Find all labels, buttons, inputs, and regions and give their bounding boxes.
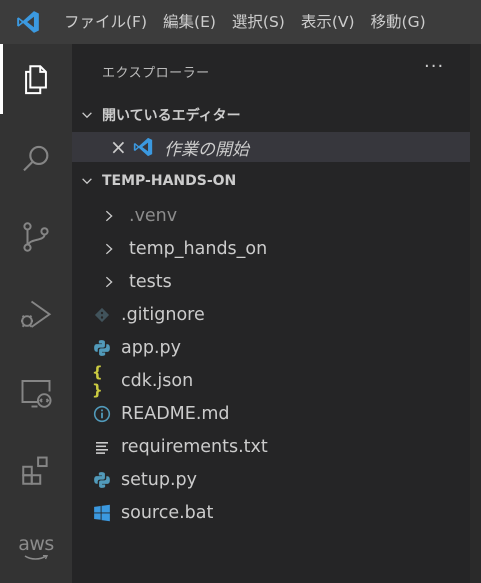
tree-item-label: temp_hands_on: [129, 238, 268, 259]
activity-bar: aws: [0, 44, 72, 583]
tree-item-label: .venv: [129, 205, 178, 226]
source-control-icon[interactable]: [0, 202, 72, 272]
tree-folder-tests[interactable]: tests: [72, 265, 470, 298]
chevron-down-icon: [72, 108, 102, 122]
close-editor-icon[interactable]: ×: [110, 135, 128, 159]
tree-item-label: tests: [129, 271, 172, 292]
menu-go[interactable]: 移動(G): [363, 0, 434, 44]
menu-view[interactable]: 表示(V): [293, 0, 363, 44]
info-file-icon: [92, 405, 112, 423]
aws-label: aws: [18, 532, 54, 555]
tree-file-readme[interactable]: README.md: [72, 397, 470, 430]
open-editor-item[interactable]: × 作業の開始: [72, 132, 470, 162]
tree-file-app-py[interactable]: app.py: [72, 331, 470, 364]
python-file-icon: [92, 339, 112, 357]
vscode-file-icon: [132, 136, 154, 158]
explorer-sidebar: エクスプローラー ··· 開いているエディター × 作業の開始 TEMP-HAN…: [72, 44, 470, 583]
more-actions-icon[interactable]: ···: [424, 56, 444, 77]
sidebar-title: エクスプローラー: [102, 66, 210, 81]
tree-file-gitignore[interactable]: .gitignore: [72, 298, 470, 331]
tree-item-label: README.md: [121, 403, 230, 424]
menu-file[interactable]: ファイル(F): [56, 0, 155, 44]
menu-selection[interactable]: 選択(S): [224, 0, 293, 44]
open-editors-label: 開いているエディター: [102, 108, 241, 124]
tree-file-requirements[interactable]: requirements.txt: [72, 430, 470, 463]
tree-item-label: requirements.txt: [121, 436, 268, 457]
project-folder-label: TEMP-HANDS-ON: [102, 173, 237, 189]
remote-explorer-icon[interactable]: [0, 358, 72, 428]
search-icon[interactable]: [0, 124, 72, 194]
vscode-logo-icon: [0, 0, 56, 44]
open-editor-label: 作業の開始: [164, 139, 249, 160]
chevron-right-icon: [100, 242, 118, 256]
project-folder-header[interactable]: TEMP-HANDS-ON: [72, 166, 470, 196]
tree-item-label: app.py: [121, 337, 181, 358]
tree-item-label: cdk.json: [121, 370, 194, 391]
tree-item-label: source.bat: [121, 502, 214, 523]
tree-file-source-bat[interactable]: source.bat: [72, 496, 470, 529]
chevron-right-icon: [100, 275, 118, 289]
chevron-down-icon: [72, 174, 102, 188]
editor-edge: [470, 44, 481, 583]
aws-toolkit-icon[interactable]: aws: [0, 512, 72, 582]
text-file-icon: [92, 439, 112, 455]
extensions-icon[interactable]: [0, 436, 72, 506]
windows-file-icon: [92, 504, 112, 522]
tree-file-setup-py[interactable]: setup.py: [72, 463, 470, 496]
python-file-icon: [92, 471, 112, 489]
explorer-icon[interactable]: [0, 44, 72, 114]
chevron-right-icon: [100, 209, 118, 223]
aws-smile-icon: [24, 554, 49, 560]
run-debug-icon[interactable]: [0, 280, 72, 350]
tree-folder-venv[interactable]: .venv: [72, 199, 470, 232]
tree-item-label: setup.py: [121, 469, 197, 490]
tree-item-label: .gitignore: [121, 304, 205, 325]
git-file-icon: [92, 307, 112, 323]
open-editors-header[interactable]: 開いているエディター: [72, 100, 470, 130]
menu-edit[interactable]: 編集(E): [155, 0, 224, 44]
tree-folder-temp-hands-on[interactable]: temp_hands_on: [72, 232, 470, 265]
title-bar: ファイル(F) 編集(E) 選択(S) 表示(V) 移動(G): [0, 0, 481, 44]
json-file-icon: { }: [92, 362, 103, 399]
tree-file-cdk-json[interactable]: { } cdk.json: [72, 362, 470, 399]
